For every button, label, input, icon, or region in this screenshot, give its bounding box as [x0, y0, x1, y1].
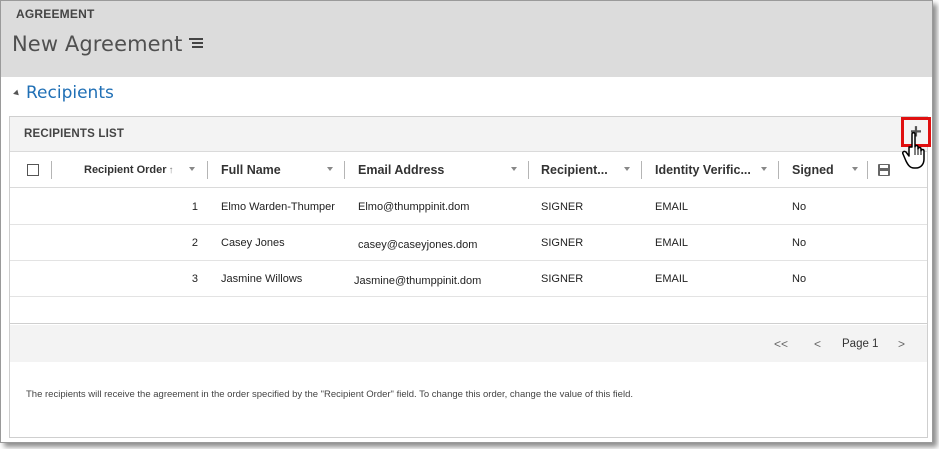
hand-pointer-icon [902, 131, 925, 169]
form-header: AGREEMENT New Agreement [1, 1, 932, 77]
cell-email: Jasmine@thumppinit.dom [354, 275, 482, 287]
column-separator [344, 161, 345, 179]
column-label: Full Name [221, 163, 281, 177]
collapse-triangle-icon[interactable] [13, 89, 21, 97]
cell-recipient-role: SIGNER [541, 201, 584, 213]
entity-label: AGREEMENT [16, 7, 95, 21]
table-row[interactable]: 1 Elmo Warden-Thumper Elmo@thumppinit.do… [10, 189, 927, 225]
column-label: Email Address [358, 163, 445, 177]
hamburger-menu-icon[interactable] [189, 37, 204, 49]
column-filter-dropdown-icon[interactable] [511, 167, 517, 171]
column-filter-dropdown-icon[interactable] [761, 167, 767, 171]
column-filter-dropdown-icon[interactable] [624, 167, 630, 171]
column-header-full-name[interactable]: Full Name [221, 152, 281, 188]
select-all-checkbox[interactable] [27, 164, 39, 176]
empty-row [10, 296, 927, 324]
cell-identity-verification: EMAIL [655, 237, 689, 249]
next-page-button[interactable]: > [898, 325, 905, 362]
column-filter-dropdown-icon[interactable] [327, 167, 333, 171]
column-filter-dropdown-icon[interactable] [852, 167, 858, 171]
table-row[interactable]: 2 Casey Jones casey@caseyjones.dom SIGNE… [10, 225, 927, 261]
cell-signed: No [792, 237, 807, 249]
cell-full-name: Casey Jones [221, 237, 285, 249]
column-separator [778, 161, 779, 179]
cell-recipient-role: SIGNER [541, 273, 584, 285]
save-icon[interactable] [878, 164, 890, 176]
agreement-form: AGREEMENT New Agreement Recipients RECIP… [0, 0, 933, 443]
pager-bar: << < Page 1 > [10, 325, 927, 362]
column-header-recipient-order[interactable]: Recipient Order ↑ [84, 152, 174, 188]
column-separator [207, 161, 208, 179]
subgrid-header: RECIPIENTS LIST + [10, 117, 931, 152]
section-title: Recipients [26, 83, 114, 103]
recipients-subgrid: RECIPIENTS LIST + Recipient Order ↑ Full… [9, 116, 931, 438]
column-header-identity-verification[interactable]: Identity Verific... [655, 152, 751, 188]
page-label: Page 1 [842, 337, 879, 350]
column-label: Recipient Order [84, 164, 167, 176]
cell-identity-verification: EMAIL [655, 201, 689, 213]
cell-signed: No [792, 201, 807, 213]
first-page-button[interactable]: << [774, 325, 788, 362]
column-separator [51, 161, 52, 179]
sort-ascending-icon: ↑ [168, 164, 174, 176]
column-header-row: Recipient Order ↑ Full Name Email Addres… [10, 152, 927, 188]
cell-full-name: Jasmine Willows [221, 273, 303, 285]
column-header-recipient-role[interactable]: Recipient... [541, 152, 608, 188]
column-filter-dropdown-icon[interactable] [189, 167, 195, 171]
previous-page-button[interactable]: < [814, 325, 821, 362]
cell-signed: No [792, 273, 807, 285]
cell-full-name: Elmo Warden-Thumper [221, 201, 335, 213]
column-header-email-address[interactable]: Email Address [358, 152, 444, 188]
record-title-text: New Agreement [12, 32, 183, 56]
table-row[interactable]: 3 Jasmine Willows Jasmine@thumppinit.dom… [10, 261, 927, 297]
column-separator [867, 161, 868, 179]
recipient-order-note: The recipients will receive the agreemen… [26, 389, 633, 400]
column-header-signed[interactable]: Signed [792, 152, 834, 188]
record-title: New Agreement [12, 32, 204, 56]
cell-order: 3 [191, 273, 198, 285]
cell-identity-verification: EMAIL [655, 273, 689, 285]
column-label: Recipient... [541, 163, 608, 177]
column-separator [528, 161, 529, 179]
column-label: Identity Verific... [655, 163, 751, 177]
subgrid-title: RECIPIENTS LIST [24, 128, 125, 140]
cell-order: 1 [191, 201, 198, 213]
cell-recipient-role: SIGNER [541, 237, 584, 249]
column-separator [641, 161, 642, 179]
recipients-section-header[interactable]: Recipients [13, 81, 114, 105]
cell-order: 2 [191, 237, 198, 249]
cell-email: Elmo@thumppinit.dom [358, 201, 470, 213]
column-label: Signed [792, 163, 834, 177]
cell-email: casey@caseyjones.dom [358, 239, 478, 251]
